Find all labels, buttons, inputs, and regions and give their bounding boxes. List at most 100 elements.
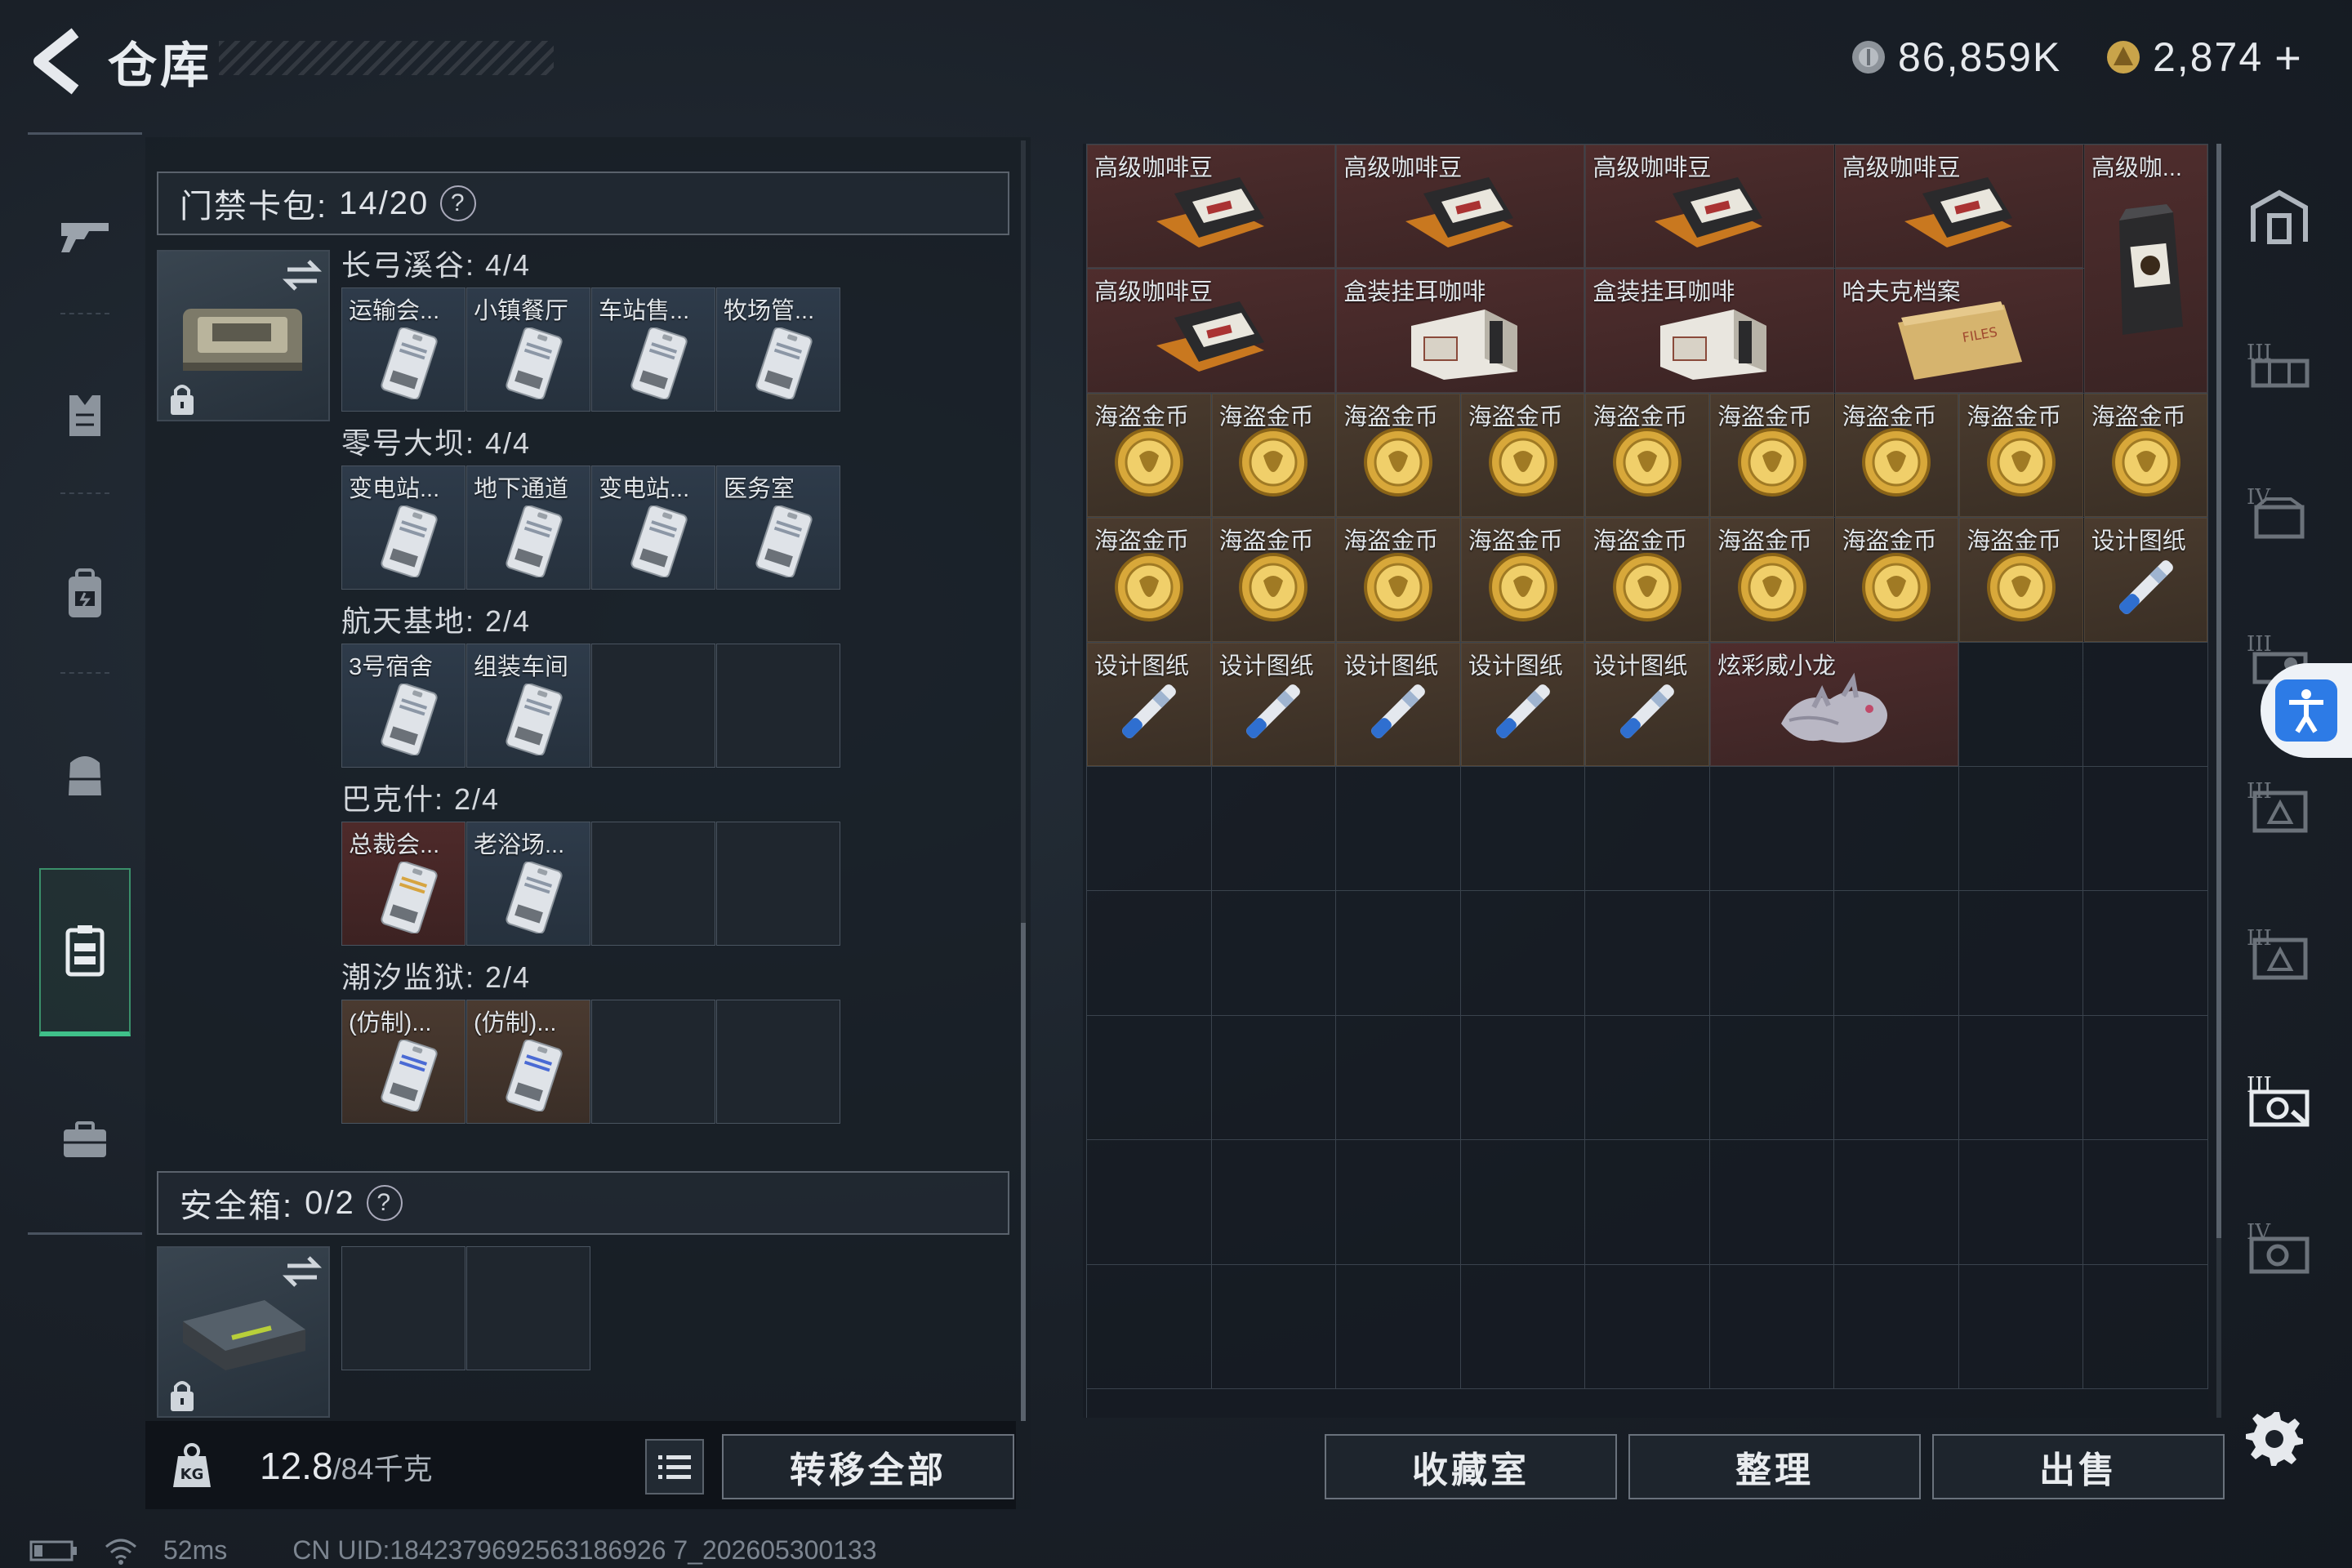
empty-keycard-slot[interactable]: [591, 1000, 715, 1124]
empty-keycard-slot[interactable]: [591, 644, 715, 768]
stash-grid-cell[interactable]: [1087, 1264, 1212, 1389]
stash-item[interactable]: 炫彩威小龙: [1710, 642, 1959, 766]
stash-grid-cell[interactable]: [1958, 642, 2084, 767]
stash-item[interactable]: 设计图纸: [1087, 642, 1211, 766]
keycard-slot[interactable]: 总裁会...: [341, 822, 466, 946]
back-button[interactable]: [24, 24, 90, 98]
stash-grid-cell[interactable]: [1834, 1264, 1959, 1389]
stash-item[interactable]: 高级咖啡豆: [1834, 145, 2083, 269]
transfer-all-button[interactable]: 转移全部: [722, 1434, 1014, 1499]
stash-item[interactable]: 高级咖啡豆: [1087, 145, 1336, 269]
stash-item[interactable]: 高级咖啡豆: [1336, 145, 1585, 269]
empty-keycard-slot[interactable]: [591, 822, 715, 946]
nav-backpack[interactable]: [39, 533, 131, 656]
stash-item[interactable]: 海盗金币: [1834, 393, 1959, 518]
keycard-slot[interactable]: 运输会...: [341, 287, 466, 412]
keycard-slot[interactable]: 医务室: [716, 466, 840, 590]
stash-grid-cell[interactable]: [1211, 1264, 1337, 1389]
stash-grid-cell[interactable]: [1958, 1140, 2084, 1265]
keycard-slot[interactable]: 变电站...: [341, 466, 466, 590]
stash-grid-cell[interactable]: [1709, 891, 1835, 1016]
keycard-slot[interactable]: 车站售...: [591, 287, 715, 412]
stash-grid-cell[interactable]: [1709, 1140, 1835, 1265]
stash-item[interactable]: 海盗金币: [1336, 393, 1460, 518]
nav-keycard-case[interactable]: [39, 868, 131, 1036]
stash-grid-cell[interactable]: [1834, 766, 1959, 892]
safe-box-help-button[interactable]: ?: [366, 1185, 403, 1221]
keycard-slot[interactable]: 小镇餐厅: [466, 287, 590, 412]
stash-tab-6[interactable]: III: [2234, 743, 2324, 866]
sell-button[interactable]: 出售: [1932, 1434, 2225, 1499]
keycard-pack-slot[interactable]: [157, 250, 330, 421]
keycard-slot[interactable]: 组装车间: [466, 644, 590, 768]
stash-item[interactable]: 海盗金币: [2083, 393, 2208, 518]
stash-item[interactable]: 设计图纸: [1336, 642, 1460, 766]
keycard-slot[interactable]: 牧场管...: [716, 287, 840, 412]
stash-grid-cell[interactable]: [1958, 1264, 2084, 1389]
safe-box-empty-slot[interactable]: [466, 1246, 590, 1370]
stash-grid-cell[interactable]: [1460, 1140, 1586, 1265]
stash-grid-cell[interactable]: [1460, 1015, 1586, 1141]
stash-item[interactable]: 高级咖...: [2083, 145, 2208, 393]
stash-tab-7[interactable]: III: [2234, 890, 2324, 1013]
currency-add-button[interactable]: +: [2274, 31, 2303, 84]
stash-grid-cell[interactable]: [1958, 1015, 2084, 1141]
stash-grid-cell[interactable]: [1460, 766, 1586, 892]
keycard-slot[interactable]: 变电站...: [591, 466, 715, 590]
stash-grid-cell[interactable]: [1460, 1264, 1586, 1389]
stash-grid-cell[interactable]: [1336, 766, 1461, 892]
sort-button[interactable]: 整理: [1628, 1434, 1921, 1499]
stash-grid-cell[interactable]: [1834, 891, 1959, 1016]
keycard-slot[interactable]: (仿制)...: [341, 1000, 466, 1124]
stash-grid-cell[interactable]: [1585, 766, 1710, 892]
stash-grid-cell[interactable]: [1585, 1140, 1710, 1265]
safe-box-empty-slot[interactable]: [341, 1246, 466, 1370]
stash-item[interactable]: 海盗金币: [1211, 518, 1336, 642]
stash-tab-home[interactable]: [2234, 155, 2324, 278]
keycard-slot[interactable]: 地下通道: [466, 466, 590, 590]
stash-grid-cell[interactable]: [1709, 1264, 1835, 1389]
stash-item[interactable]: 海盗金币: [1087, 393, 1211, 518]
stash-grid-cell[interactable]: [1087, 891, 1212, 1016]
stash-item[interactable]: FILES 哈夫克档案: [1834, 269, 2083, 393]
nav-armor[interactable]: [39, 354, 131, 476]
stash-grid-cell[interactable]: [2083, 1264, 2208, 1389]
stash-item[interactable]: 海盗金币: [1460, 393, 1585, 518]
stash-grid-cell[interactable]: [2083, 1015, 2208, 1141]
keycard-slot[interactable]: 老浴场...: [466, 822, 590, 946]
currency-gold[interactable]: 2,874 +: [2105, 24, 2303, 90]
stash-grid-cell[interactable]: [1585, 1015, 1710, 1141]
keycard-slot[interactable]: 3号宿舍: [341, 644, 466, 768]
stash-grid-cell[interactable]: [1709, 766, 1835, 892]
stash-grid-cell[interactable]: [1211, 891, 1337, 1016]
keycard-pack-help-button[interactable]: ?: [440, 185, 477, 221]
empty-keycard-slot[interactable]: [716, 644, 840, 768]
stash-grid-cell[interactable]: [2083, 766, 2208, 892]
settings-gear-icon[interactable]: [2246, 1409, 2303, 1466]
stash-grid-cell[interactable]: [1336, 891, 1461, 1016]
stash-grid-cell[interactable]: [1460, 891, 1586, 1016]
stash-item[interactable]: 海盗金币: [1834, 518, 1959, 642]
stash-grid-cell[interactable]: [1087, 766, 1212, 892]
stash-item[interactable]: 设计图纸: [1585, 642, 1709, 766]
stash-grid-cell[interactable]: [1585, 1264, 1710, 1389]
stash-grid-cell[interactable]: [1709, 1015, 1835, 1141]
stash-item[interactable]: 设计图纸: [1211, 642, 1336, 766]
stash-item[interactable]: 盒装挂耳咖啡: [1585, 269, 1834, 393]
stash-item[interactable]: 海盗金币: [1087, 518, 1211, 642]
stash-item[interactable]: 海盗金币: [1460, 518, 1585, 642]
stash-grid-cell[interactable]: [1958, 766, 2084, 892]
stash-tab-4[interactable]: IV: [2234, 449, 2324, 572]
stash-grid-cell[interactable]: [1336, 1140, 1461, 1265]
stash-grid-cell[interactable]: [2083, 891, 2208, 1016]
stash-item[interactable]: 海盗金币: [1211, 393, 1336, 518]
stash-item[interactable]: 设计图纸: [1460, 642, 1585, 766]
list-view-button[interactable]: [645, 1439, 704, 1494]
nav-safe-box[interactable]: [39, 1079, 131, 1201]
stash-item[interactable]: 海盗金币: [1710, 393, 1834, 518]
stash-grid-cell[interactable]: [1211, 1015, 1337, 1141]
accessibility-button[interactable]: [2261, 663, 2352, 758]
stash-grid-cell[interactable]: [1087, 1140, 1212, 1265]
stash-item[interactable]: 海盗金币: [1959, 518, 2083, 642]
stash-item[interactable]: 海盗金币: [1710, 518, 1834, 642]
